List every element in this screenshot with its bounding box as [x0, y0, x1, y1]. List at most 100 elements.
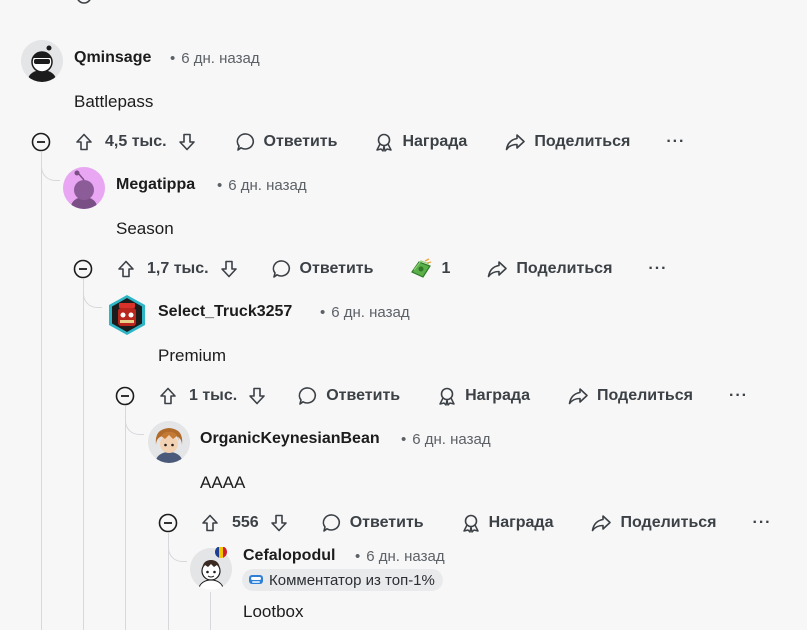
- comment-text: AAAA: [200, 473, 246, 492]
- separator: •: [170, 50, 176, 67]
- reply-button[interactable]: Ответить: [235, 127, 338, 157]
- vote-count: 1,7 тыс.: [147, 260, 209, 277]
- username[interactable]: Qminsage: [74, 49, 151, 67]
- avatar[interactable]: [21, 40, 63, 82]
- reply-label: Ответить: [326, 387, 401, 404]
- downvote-icon: [249, 387, 265, 405]
- reply-label: Ответить: [263, 133, 338, 150]
- award-icon: [462, 514, 479, 533]
- comment-text: Lootbox: [243, 602, 304, 621]
- comment-actions: 1 тыс. Ответить Награда Поделиться ···: [158, 381, 748, 411]
- downvote-button[interactable]: [269, 508, 291, 538]
- reply-label: Ответить: [299, 260, 374, 277]
- comment-actions: 556 Ответить Награда Поделиться ···: [200, 508, 772, 538]
- collapse-icon[interactable]: [76, 0, 92, 4]
- share-label: Поделиться: [620, 514, 717, 531]
- share-button[interactable]: Поделиться: [504, 127, 630, 157]
- upvote-button[interactable]: [200, 508, 222, 538]
- collapse-thread-button[interactable]: [115, 386, 135, 406]
- share-button[interactable]: Поделиться: [486, 254, 612, 284]
- share-button[interactable]: Поделиться: [590, 508, 717, 538]
- downvote-icon: [270, 514, 287, 532]
- separator: •: [401, 431, 407, 448]
- country-flag-icon: [215, 546, 227, 558]
- separator: •: [320, 304, 326, 321]
- upvote-icon: [76, 133, 92, 151]
- award-button[interactable]: Награда: [373, 127, 467, 157]
- more-options-button[interactable]: ···: [729, 381, 748, 411]
- award-label: Награда: [402, 133, 468, 150]
- timestamp[interactable]: 6 дн. назад: [331, 304, 409, 321]
- timestamp[interactable]: 6 дн. назад: [181, 50, 259, 67]
- share-icon: [488, 261, 508, 278]
- comment-bubble-icon: [236, 133, 254, 151]
- upvote-button[interactable]: [74, 127, 96, 157]
- comment-text: Premium: [158, 346, 227, 365]
- share-icon: [592, 515, 612, 532]
- upvote-icon: [202, 514, 218, 532]
- username[interactable]: Megatippa: [116, 176, 195, 194]
- timestamp[interactable]: 6 дн. назад: [366, 548, 444, 565]
- comment-text: Season: [116, 219, 174, 238]
- share-label: Поделиться: [596, 387, 693, 404]
- comment-meta: • 6 дн. назад: [401, 431, 491, 448]
- comment-meta: • 6 дн. назад: [320, 304, 410, 321]
- share-label: Поделиться: [534, 133, 631, 150]
- vote-count: 4,5 тыс.: [105, 133, 167, 150]
- timestamp[interactable]: 6 дн. назад: [228, 177, 306, 194]
- more-options-button[interactable]: ···: [648, 254, 667, 284]
- comment-bubble-icon: [298, 387, 317, 405]
- top-commenter-flair[interactable]: Комментатор из топ-1%: [242, 569, 443, 591]
- username[interactable]: Select_Truck3257: [158, 303, 292, 321]
- collapse-thread-button[interactable]: [158, 513, 178, 533]
- money-award-icon: [411, 258, 432, 278]
- upvote-button[interactable]: [116, 254, 138, 284]
- comment-actions: 4,5 тыс. Ответить Награда Поделиться ···: [74, 127, 685, 157]
- collapse-thread-button[interactable]: [31, 132, 51, 152]
- share-label: Поделиться: [516, 260, 613, 277]
- award-button[interactable]: Награда: [460, 508, 554, 538]
- downvote-button[interactable]: [219, 254, 241, 284]
- vote-count: 556: [232, 514, 259, 531]
- upvote-icon: [160, 387, 176, 405]
- downvote-button[interactable]: [247, 381, 269, 411]
- reply-button[interactable]: Ответить: [297, 381, 400, 411]
- comment-bubble-icon: [272, 260, 290, 278]
- username[interactable]: Cefalopodul: [243, 547, 335, 565]
- upvote-icon: [118, 260, 134, 278]
- avatar[interactable]: [106, 294, 148, 336]
- award-icon: [439, 387, 455, 406]
- comment-actions: 1,7 тыс. Ответить 1 Поделиться ···: [116, 254, 667, 284]
- separator: •: [217, 177, 223, 194]
- downvote-icon: [178, 133, 195, 151]
- share-icon: [506, 134, 526, 151]
- more-options-button[interactable]: ···: [753, 508, 772, 538]
- reply-button[interactable]: Ответить: [271, 254, 374, 284]
- downvote-icon: [220, 260, 237, 278]
- avatar[interactable]: [148, 421, 190, 463]
- award-button[interactable]: 1: [409, 254, 450, 284]
- award-label: Награда: [488, 514, 554, 531]
- top-commenter-icon: [249, 575, 263, 584]
- separator: •: [355, 548, 361, 565]
- flair-text: Комментатор из топ-1%: [269, 571, 435, 589]
- comment-meta: • 6 дн. назад: [217, 177, 307, 194]
- award-label: Награда: [465, 387, 530, 404]
- avatar[interactable]: [63, 167, 105, 209]
- collapse-thread-button[interactable]: [73, 259, 93, 279]
- award-button[interactable]: Награда: [436, 381, 530, 411]
- share-button[interactable]: Поделиться: [567, 381, 693, 411]
- comment-text: Battlepass: [74, 92, 154, 111]
- timestamp[interactable]: 6 дн. назад: [412, 431, 490, 448]
- reply-button[interactable]: Ответить: [321, 508, 424, 538]
- award-icon: [376, 133, 393, 152]
- downvote-button[interactable]: [177, 127, 199, 157]
- more-options-button[interactable]: ···: [666, 127, 685, 157]
- upvote-button[interactable]: [158, 381, 180, 411]
- comment-meta: • 6 дн. назад: [170, 50, 260, 67]
- comment-meta: • 6 дн. назад: [355, 548, 445, 565]
- username[interactable]: OrganicKeynesianBean: [200, 430, 380, 448]
- reply-label: Ответить: [349, 514, 424, 531]
- comment-bubble-icon: [322, 514, 340, 532]
- vote-count: 1 тыс.: [189, 387, 238, 404]
